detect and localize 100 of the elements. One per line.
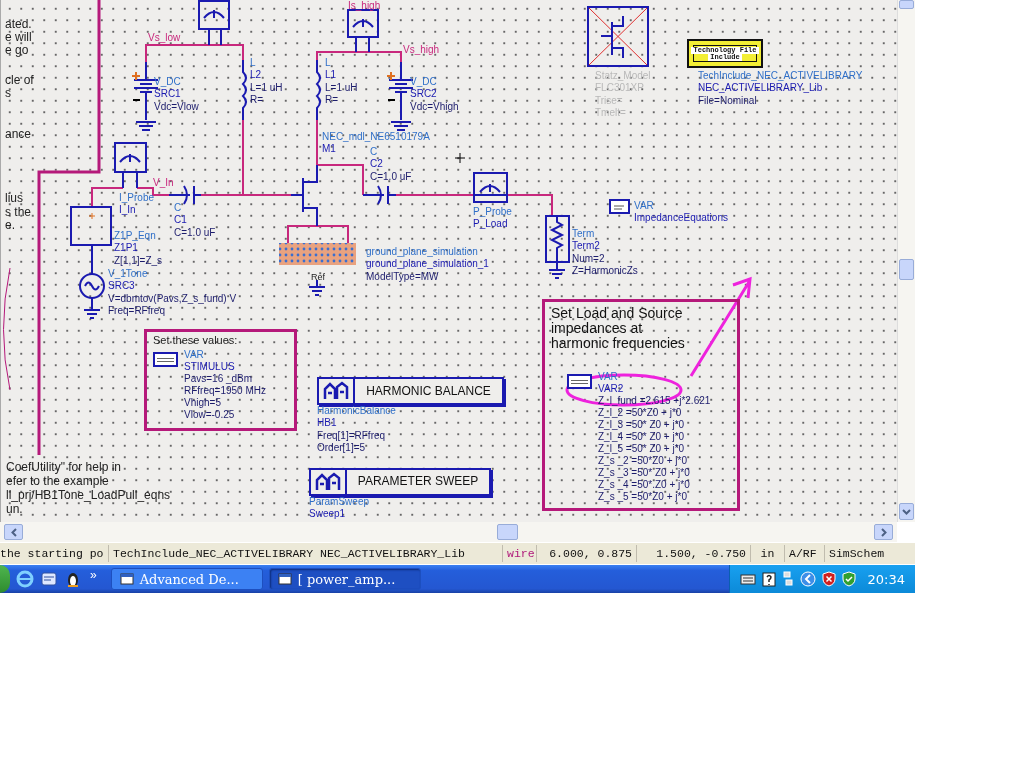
parameter-label: Z_s _5 =50*Z0 + j*0: [598, 491, 687, 503]
instance-name-label: HB1: [317, 417, 337, 430]
instance-name-label: C1: [174, 214, 187, 227]
scrollbar-thumb[interactable]: [497, 524, 518, 540]
status-delta: 1.500, -0.750: [637, 545, 751, 562]
start-button[interactable]: [0, 565, 10, 593]
shield-icon[interactable]: [821, 571, 836, 587]
instance-name-label: L1: [325, 69, 337, 82]
parameter-label: Trise=: [595, 94, 623, 108]
net-label: Vs_low: [148, 32, 181, 45]
resistor-icon: [545, 215, 570, 279]
component-type-label: P_Probe: [473, 206, 512, 219]
vertical-scrollbar[interactable]: [897, 0, 915, 522]
note-text: e.: [5, 219, 15, 232]
ground-icon: [308, 279, 326, 296]
parameter-label: Vdc=Vhigh: [410, 100, 459, 114]
current-probe-icon: [198, 0, 230, 46]
scroll-down-button[interactable]: [899, 503, 914, 520]
wire: [287, 225, 349, 246]
status-library: TechInclude_NEC_ACTIVELIBRARY NEC_ACTIVELIBRARY_Lib: [109, 545, 503, 562]
parameter-label: Freq=RFfreq: [108, 305, 165, 318]
parameter-label: R=: [250, 94, 264, 107]
inductor-icon: [242, 59, 247, 121]
instance-name-label: Term2: [572, 240, 600, 253]
ref-label: Ref: [311, 271, 325, 284]
scrollbar-thumb[interactable]: [899, 259, 914, 280]
variable-block-icon: [609, 199, 630, 214]
parameter-label: Z_s _3 =50* Z0 + j*0: [598, 467, 690, 479]
note-text: ance: [5, 128, 32, 141]
shield-icon[interactable]: [841, 571, 856, 587]
parameter-label: Z[1,1]=Z_s: [114, 254, 163, 268]
component-type-label: HarmonicBalance: [317, 405, 396, 418]
note-text: ll_prj/HB1Tone_LoadPull_eqns: [6, 488, 171, 502]
parameter-label: Vlow=-0.25: [184, 409, 235, 421]
mail-icon[interactable]: [40, 570, 58, 588]
simulation-controller-block[interactable]: HARMONIC BALANCE: [317, 377, 504, 405]
parameter-label: Z_l_2 =50*Z0 + j*0: [598, 407, 682, 419]
parameter-label: File=Nominal: [698, 94, 757, 108]
keyboard-icon[interactable]: [739, 573, 756, 585]
clock: 20:34: [867, 571, 905, 587]
instance-name-label: ImpedanceEquations: [634, 212, 728, 225]
parameter-label: R=: [325, 94, 339, 107]
component-type-label: VAR: [184, 349, 204, 361]
status-mode: wire: [503, 545, 537, 562]
status-units: in: [751, 545, 785, 562]
scroll-right-button[interactable]: [874, 524, 893, 540]
parameter-label: Order[1]=5: [317, 442, 366, 455]
parameter-label: Z_l_3 =50* Z0 + j*0: [598, 419, 685, 431]
scroll-left-button[interactable]: [4, 524, 23, 540]
component-type-label: L: [325, 57, 331, 70]
net-label: Vs_high: [403, 44, 440, 57]
schematic-canvas[interactable]: [0, 0, 897, 522]
parameter-label: Num=2: [572, 252, 605, 266]
help-icon[interactable]: [761, 571, 776, 587]
taskbar-button[interactable]: [ power_amp...: [268, 568, 421, 590]
window-icon: [119, 572, 134, 586]
variable-block-icon: [153, 352, 178, 367]
component-type-label: NEC_mdl_NE6510179A: [322, 131, 430, 144]
scrollbar-thumb[interactable]: [899, 0, 914, 9]
component-type-label: ParamSweep: [309, 496, 370, 508]
component-type-label: C: [174, 202, 182, 215]
note-text: s: [5, 87, 11, 100]
instance-name-label: SRC3: [108, 280, 135, 293]
note-text: CoefUtility" for help in: [6, 460, 122, 474]
parameter-label: Vhigh=5: [184, 397, 221, 409]
component-type-label: I_Probe: [119, 192, 155, 205]
note-title: Set Load and Source impedances at harmonic frequencies: [551, 306, 686, 351]
note-text: efer to the example: [6, 474, 110, 488]
component-type-label: V_1Tone: [108, 268, 148, 281]
parameter-label: Freq[1]=RFfreq: [317, 429, 386, 443]
browser-icon[interactable]: [16, 570, 34, 588]
network-icon[interactable]: [781, 571, 794, 587]
parameter-label: Z_s _4 =50*.Z0 + j*0: [598, 479, 690, 491]
status-window: SimSchem: [825, 545, 889, 562]
taskbar-button[interactable]: Advanced De...: [110, 568, 263, 590]
current-probe-icon: [114, 142, 147, 189]
chevron-left-icon: [10, 527, 17, 537]
simulation-controller-block[interactable]: PARAMETER SWEEP: [309, 468, 491, 496]
power-probe-icon: [473, 172, 508, 203]
parameter-label: Pavs=16 _dBm: [184, 373, 253, 385]
instance-name-label: C2: [370, 158, 383, 171]
note-title: Set these values:: [153, 334, 239, 346]
parameter-label: ModelType=MW: [366, 270, 439, 284]
parameter-label: Z_l_4 =50* Z0 + j*0: [598, 431, 685, 443]
instance-name-label: Sweep1: [309, 507, 346, 519]
note-text: e will: [5, 31, 32, 44]
horizontal-scrollbar[interactable]: [0, 522, 897, 542]
instance-name-label: M1: [322, 143, 336, 156]
note-text: s the: [5, 206, 31, 219]
crosshair-cursor-icon: [454, 152, 466, 164]
current-probe-icon: [347, 9, 379, 53]
instance-name-label: VAR2: [598, 383, 624, 395]
parameter-label: C=1.0 uF: [370, 170, 412, 184]
note-text: e go: [5, 44, 29, 57]
instance-name-label: ground_plane_simulation_1: [366, 258, 489, 271]
chevron-down-icon: [902, 508, 911, 515]
quick-launch-chevron[interactable]: »: [90, 568, 97, 582]
parameter-label: L=1 uH: [250, 81, 283, 95]
component-type-label: Statz_Model: [595, 70, 651, 83]
status-domain: A/RF: [785, 545, 825, 562]
